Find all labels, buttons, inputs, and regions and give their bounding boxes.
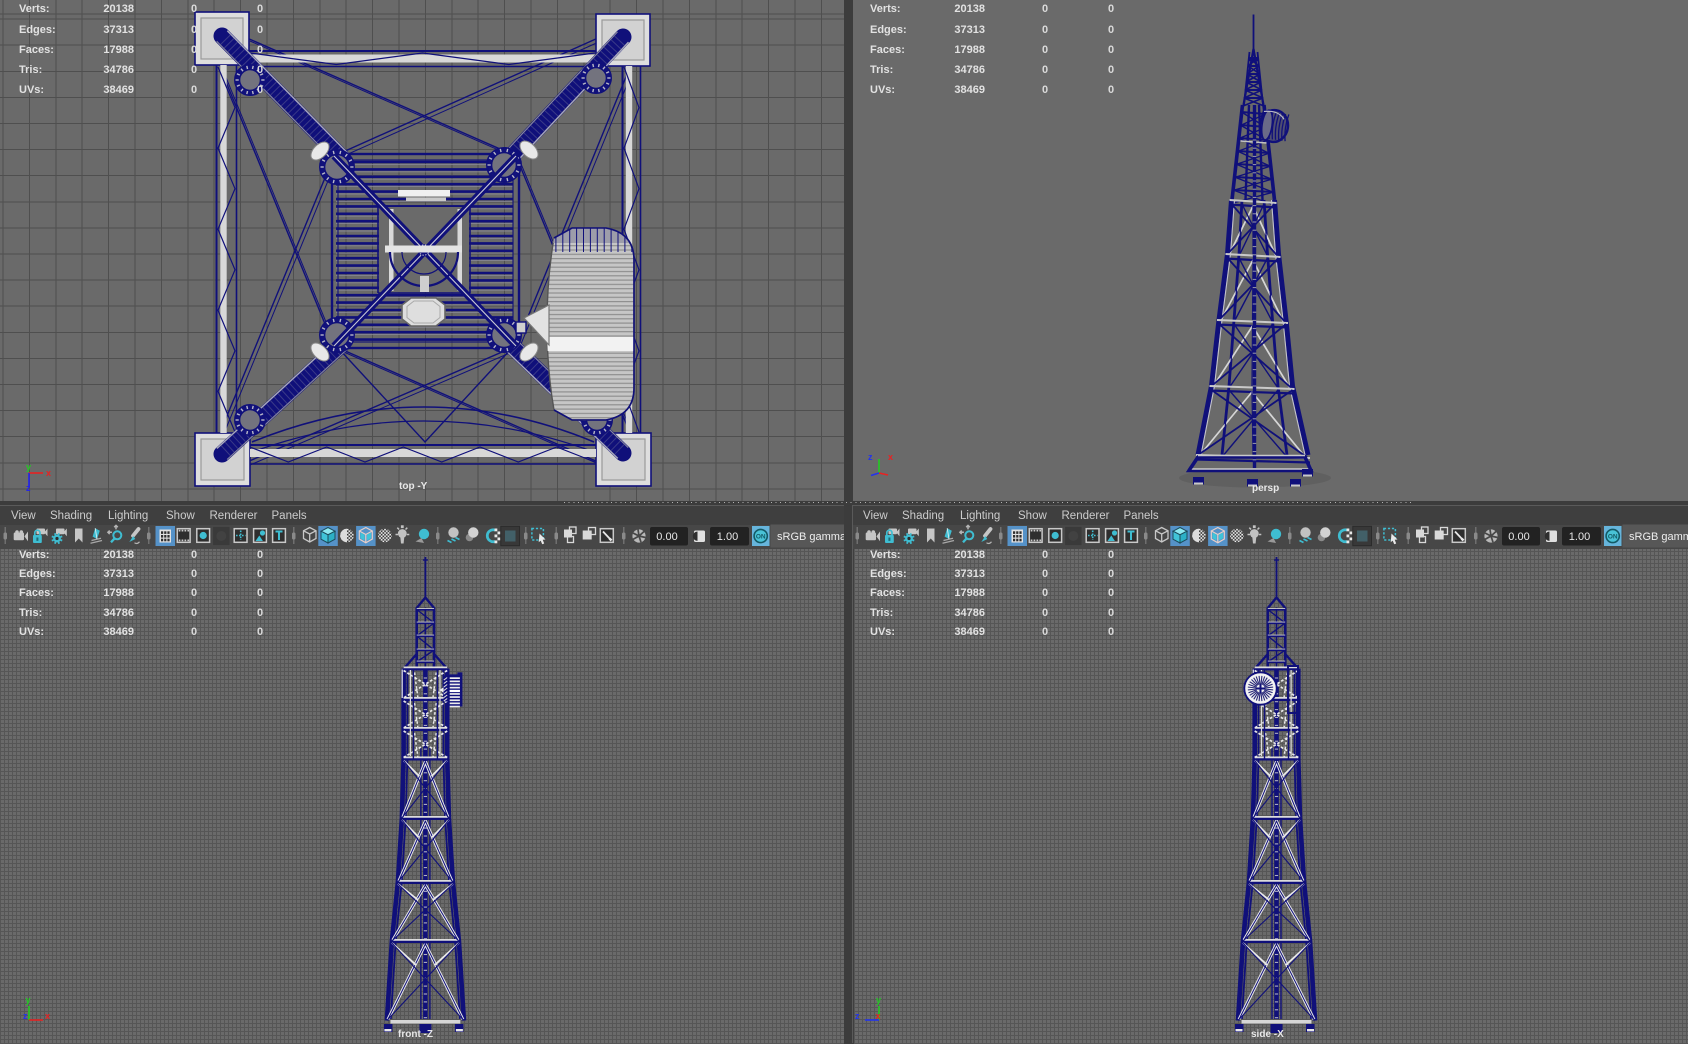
- svg-text:y: y: [876, 995, 881, 1005]
- svg-text:y: y: [25, 995, 30, 1005]
- svg-text:z: z: [26, 483, 31, 493]
- svg-text:sRGB gamma: sRGB gamma: [1629, 531, 1688, 543]
- svg-text:z: z: [23, 1011, 28, 1021]
- svg-text:ON: ON: [1608, 534, 1618, 541]
- svg-text:sRGB gamma: sRGB gamma: [777, 531, 844, 543]
- svg-text:z: z: [868, 452, 873, 462]
- svg-text:1.00: 1.00: [717, 531, 738, 543]
- svg-text:x: x: [46, 468, 51, 478]
- svg-text:0.00: 0.00: [1508, 531, 1529, 543]
- svg-text:x: x: [45, 1011, 50, 1021]
- svg-text:y: y: [26, 462, 31, 472]
- svg-text:1.00: 1.00: [1569, 531, 1590, 543]
- svg-text:ON: ON: [756, 534, 766, 541]
- svg-text:x: x: [888, 452, 893, 462]
- svg-text:x: x: [876, 1011, 881, 1021]
- svg-text:z: z: [855, 1011, 860, 1021]
- svg-text:0.00: 0.00: [656, 531, 677, 543]
